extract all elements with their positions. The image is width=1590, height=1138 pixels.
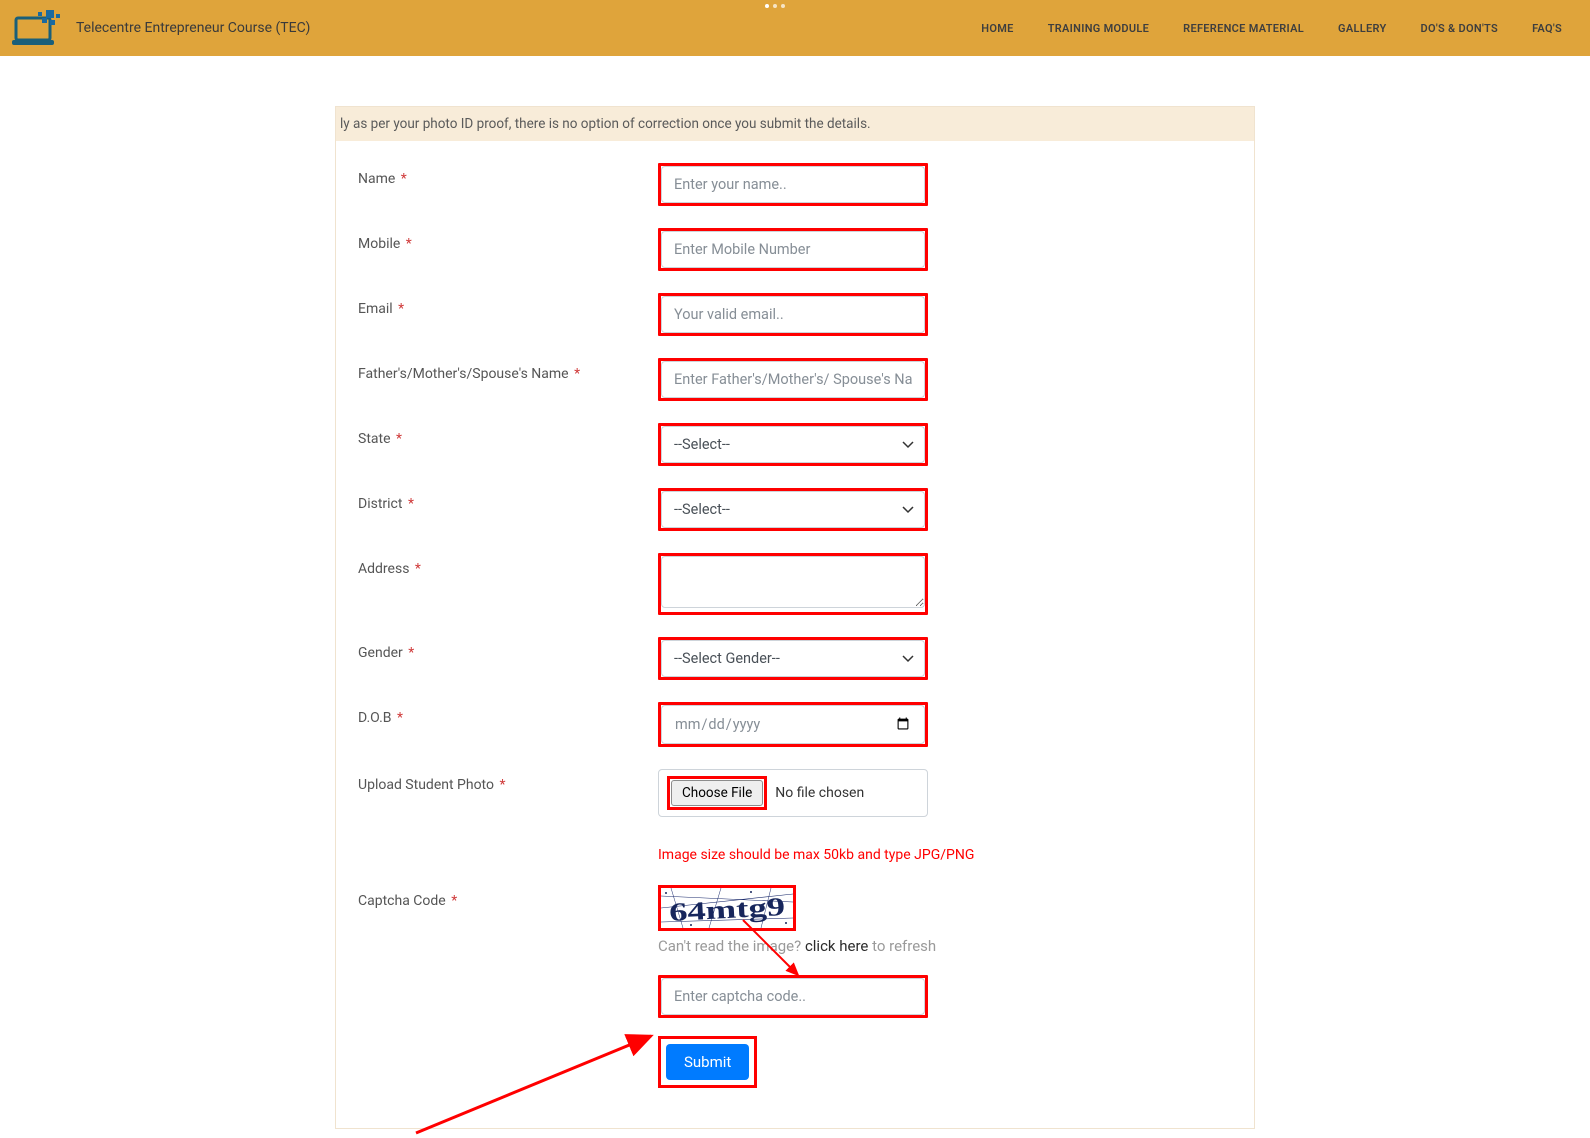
captcha-label: Captcha Code <box>358 893 446 909</box>
captcha-refresh-link[interactable]: click here <box>805 937 868 955</box>
state-select[interactable]: --Select-- <box>661 426 925 463</box>
nav-reference-material[interactable]: REFERENCE MATERIAL <box>1183 22 1304 35</box>
required-indicator: * <box>411 561 421 577</box>
address-label: Address <box>358 561 409 577</box>
nav-dos-donts[interactable]: DO'S & DON'TS <box>1421 22 1499 35</box>
nav-faqs[interactable]: FAQ'S <box>1532 22 1562 35</box>
photo-size-note: Image size should be max 50kb and type J… <box>658 847 974 863</box>
logo-wrap: Telecentre Entrepreneur Course (TEC) <box>12 8 310 48</box>
svg-text:64mtg9: 64mtg9 <box>668 892 785 927</box>
logo-icon <box>12 8 68 48</box>
captcha-input[interactable] <box>661 978 925 1015</box>
required-indicator: * <box>404 496 414 512</box>
required-indicator: * <box>393 431 403 447</box>
submit-button[interactable]: Submit <box>666 1044 749 1080</box>
registration-form-panel: ly as per your photo ID proof, there is … <box>335 106 1255 1129</box>
email-input[interactable] <box>661 296 925 333</box>
email-label: Email <box>358 301 393 317</box>
required-indicator: * <box>448 893 458 909</box>
name-label: Name <box>358 171 395 187</box>
nav-gallery[interactable]: GALLERY <box>1338 22 1387 35</box>
required-indicator: * <box>395 301 405 317</box>
mobile-label: Mobile <box>358 236 400 252</box>
required-indicator: * <box>394 710 404 726</box>
site-header: Telecentre Entrepreneur Course (TEC) HOM… <box>0 0 1590 56</box>
district-select[interactable]: --Select-- <box>661 491 925 528</box>
captcha-image: 64mtg9 <box>658 885 796 931</box>
required-indicator: * <box>571 366 581 382</box>
name-input[interactable] <box>661 166 925 203</box>
state-label: State <box>358 431 391 447</box>
nav-training-module[interactable]: TRAINING MODULE <box>1048 22 1149 35</box>
nav-home[interactable]: HOME <box>981 22 1013 35</box>
guardian-name-input[interactable] <box>661 361 925 398</box>
captcha-help-text: Can't read the image? click here to refr… <box>658 937 936 955</box>
dob-label: D.O.B <box>358 710 392 726</box>
notice-marquee: ly as per your photo ID proof, there is … <box>336 107 1254 141</box>
gender-label: Gender <box>358 645 403 661</box>
guardian-name-label: Father's/Mother's/Spouse's Name <box>358 366 569 382</box>
main-nav: HOME TRAINING MODULE REFERENCE MATERIAL … <box>981 22 1578 35</box>
district-label: District <box>358 496 402 512</box>
gender-select[interactable]: --Select Gender-- <box>661 640 925 677</box>
site-title: Telecentre Entrepreneur Course (TEC) <box>76 20 310 36</box>
address-input[interactable] <box>661 556 925 608</box>
required-indicator: * <box>402 236 412 252</box>
choose-file-button[interactable]: Choose File <box>671 780 763 806</box>
required-indicator: * <box>405 645 415 661</box>
photo-label: Upload Student Photo <box>358 777 494 793</box>
required-indicator: * <box>397 171 407 187</box>
required-indicator: * <box>496 777 506 793</box>
no-file-text: No file chosen <box>775 785 864 801</box>
carousel-dots <box>765 4 785 8</box>
photo-file-field[interactable]: Choose File No file chosen <box>658 769 928 817</box>
dob-input[interactable] <box>661 705 925 744</box>
mobile-input[interactable] <box>661 231 925 268</box>
